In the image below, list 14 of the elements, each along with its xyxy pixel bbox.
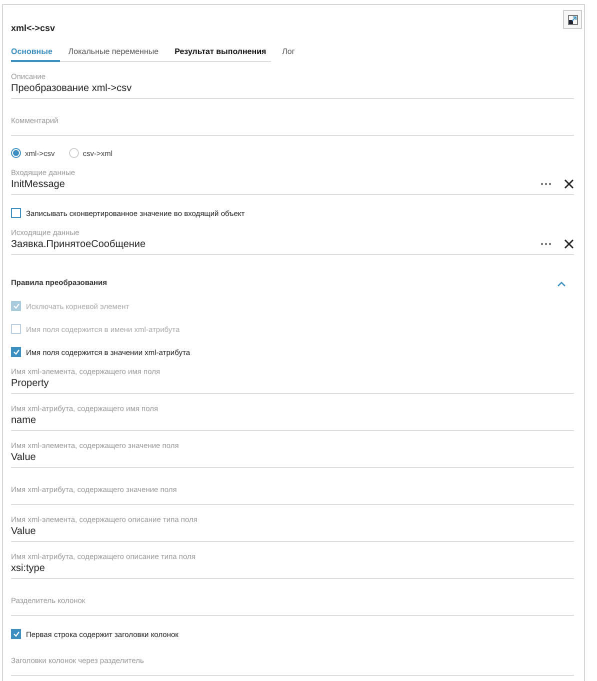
- checkmark-icon: [12, 631, 20, 637]
- tab[interactable]: Результат выполнения: [166, 44, 274, 62]
- close-icon[interactable]: [564, 239, 574, 249]
- checkmark-icon: [12, 303, 20, 309]
- expand-icon: [568, 14, 578, 24]
- checkmark-icon: [12, 349, 20, 355]
- tab[interactable]: Лог: [274, 44, 303, 62]
- close-icon[interactable]: [564, 179, 574, 189]
- expand-button[interactable]: [563, 10, 582, 29]
- tab[interactable]: Основные: [11, 44, 60, 62]
- more-icon[interactable]: [540, 182, 552, 186]
- window-title: xml<->csv: [11, 23, 56, 35]
- tab[interactable]: Локальные переменные: [60, 44, 167, 62]
- more-icon[interactable]: [540, 242, 552, 246]
